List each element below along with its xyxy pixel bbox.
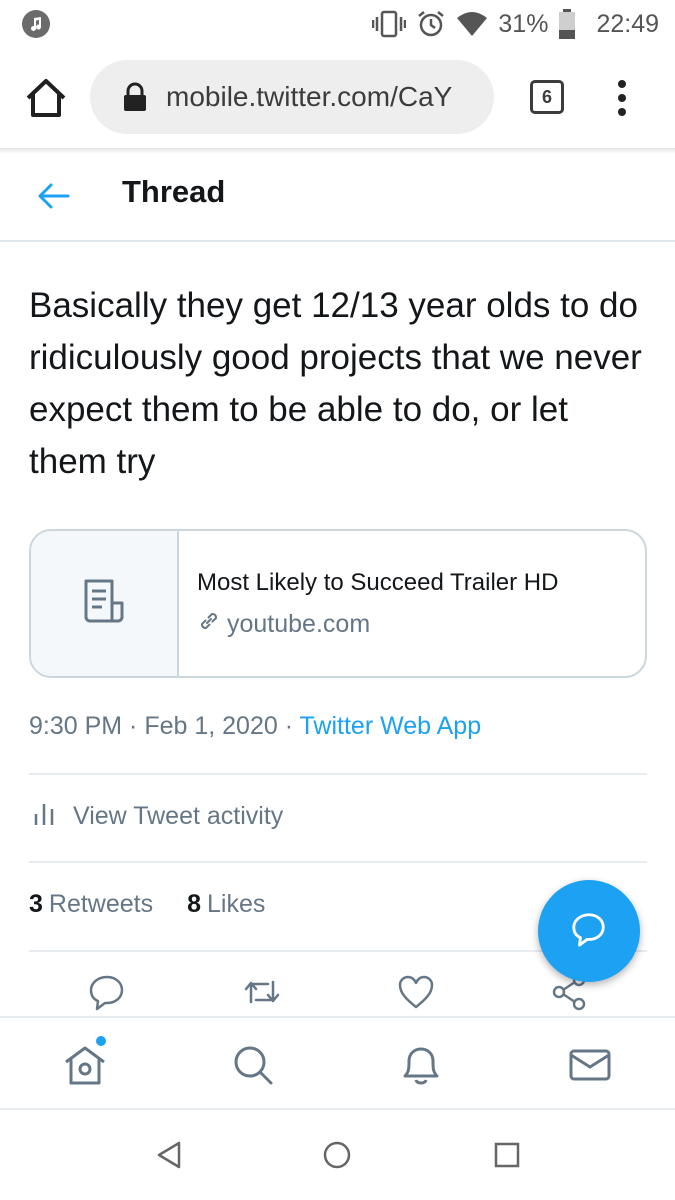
notifications-bell-icon[interactable] [398, 1042, 444, 1088]
system-navigation-bar [0, 1110, 675, 1200]
tweet-time[interactable]: 9:30 PM [29, 712, 122, 740]
battery-percent: 31% [498, 9, 549, 38]
home-circle-icon[interactable] [322, 1140, 352, 1170]
page-title: Thread [122, 174, 226, 209]
lock-icon [122, 82, 148, 112]
tab-switcher-button[interactable]: 6 [530, 80, 564, 114]
tweet-source[interactable]: Twitter Web App [300, 712, 482, 740]
tweet-date[interactable]: Feb 1, 2020 [144, 712, 277, 740]
retweet-icon[interactable] [242, 972, 282, 1012]
arrow-left-icon[interactable] [36, 178, 72, 214]
bar-chart-icon [33, 800, 55, 833]
status-bar: 31% 22:49 [0, 0, 675, 48]
link-card[interactable]: Most Likely to Succeed Trailer HD youtub… [29, 529, 647, 678]
browser-toolbar: mobile.twitter.com/CaY 6 [0, 48, 675, 148]
home-icon[interactable] [62, 1042, 108, 1088]
clock-time: 22:49 [596, 9, 659, 38]
document-icon [80, 577, 128, 630]
retweets-stat[interactable]: 3 Retweets [29, 890, 153, 919]
divider [29, 773, 647, 775]
home-icon[interactable] [24, 76, 68, 120]
bottom-navigation [0, 1016, 675, 1110]
messages-envelope-icon[interactable] [567, 1042, 613, 1088]
compose-reply-button[interactable] [538, 880, 640, 982]
status-icons: 31% 22:49 [372, 0, 659, 48]
recents-square-icon[interactable] [492, 1140, 522, 1170]
card-body: Most Likely to Succeed Trailer HD youtub… [179, 531, 558, 676]
search-icon[interactable] [230, 1042, 276, 1088]
tweet-stats: 3 Retweets 8 Likes [29, 890, 265, 919]
tweet-meta: 9:30 PM · Feb 1, 2020 · Twitter Web App [29, 712, 482, 740]
card-domain: youtube.com [197, 609, 558, 640]
link-icon [197, 609, 221, 640]
url-bar[interactable]: mobile.twitter.com/CaY [90, 60, 494, 134]
url-text: mobile.twitter.com/CaY [166, 81, 453, 112]
reply-icon[interactable] [87, 972, 127, 1012]
view-activity-label: View Tweet activity [73, 802, 284, 830]
card-thumbnail [31, 531, 179, 676]
more-vert-icon[interactable] [612, 78, 632, 118]
speech-bubble-icon [570, 910, 608, 953]
thread-header: Thread [0, 154, 675, 242]
card-title: Most Likely to Succeed Trailer HD [197, 569, 559, 596]
back-triangle-icon[interactable] [155, 1140, 185, 1170]
divider [29, 861, 647, 863]
card-domain-text: youtube.com [227, 610, 371, 638]
battery-icon [558, 9, 576, 39]
view-activity-link[interactable]: View Tweet activity [33, 800, 283, 833]
alarm-icon [416, 9, 446, 39]
vibrate-icon [372, 10, 407, 38]
music-note-icon [22, 10, 50, 38]
notification-dot [96, 1036, 106, 1046]
likes-stat[interactable]: 8 Likes [187, 890, 265, 919]
wifi-icon [456, 11, 488, 37]
like-icon[interactable] [396, 972, 436, 1012]
tweet-text: Basically they get 12/13 year olds to do… [29, 286, 642, 481]
